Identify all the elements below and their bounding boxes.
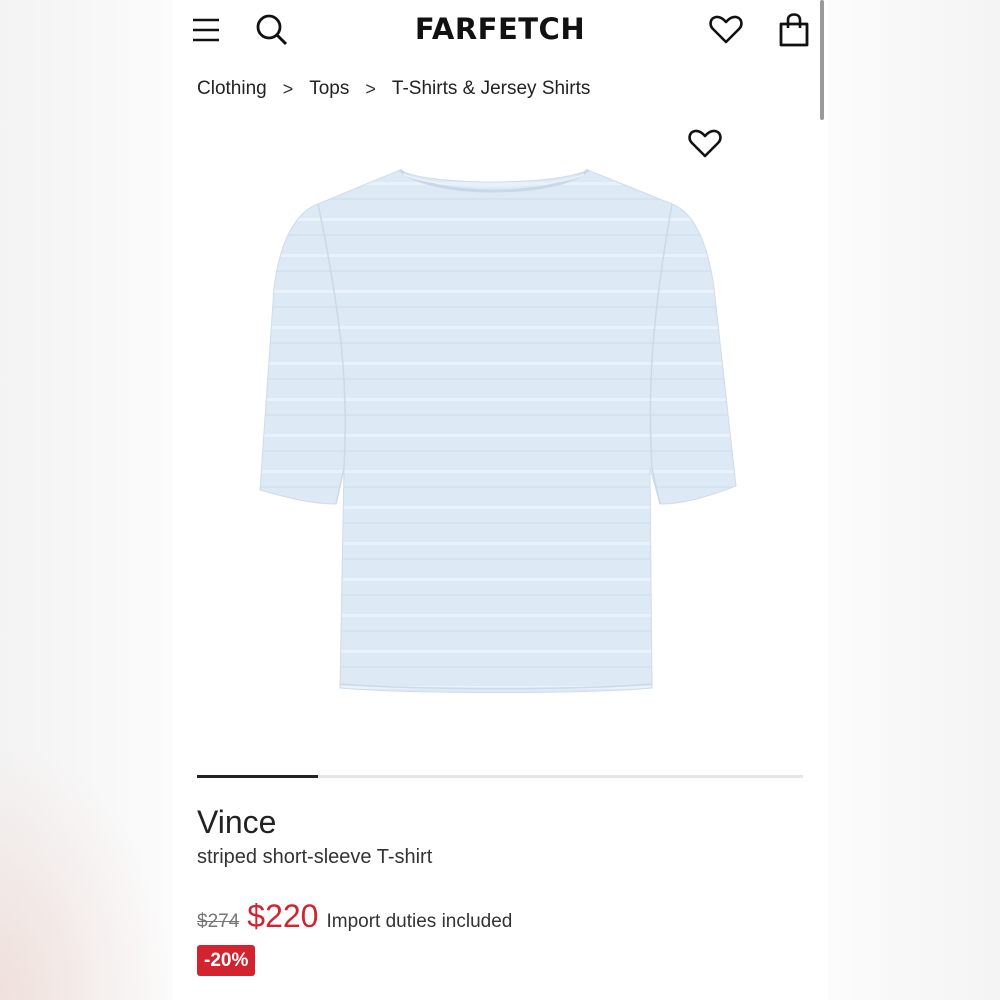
original-price: $274 — [197, 911, 240, 932]
discount-badge: -20% — [197, 945, 256, 976]
bag-button[interactable] — [776, 12, 812, 48]
duties-note: Import duties included — [326, 911, 513, 932]
heart-icon — [709, 15, 743, 44]
header: FARFETCH — [172, 0, 828, 62]
background-right — [828, 0, 1000, 1000]
gallery-progress-fill — [197, 775, 319, 778]
shopping-bag-icon — [779, 13, 809, 47]
gallery-progress — [197, 775, 803, 778]
add-to-wishlist-icon[interactable] — [688, 128, 722, 160]
breadcrumb-tops[interactable]: Tops — [309, 78, 349, 100]
breadcrumb-clothing[interactable]: Clothing — [197, 78, 267, 100]
wishlist-button[interactable] — [708, 12, 744, 48]
price-row: $274 $220 Import duties included — [197, 898, 512, 935]
product-image — [259, 168, 737, 693]
product-brand[interactable]: Vince — [197, 804, 276, 841]
product-name: striped short-sleeve T-shirt — [197, 846, 433, 868]
chevron-right-icon: > — [365, 78, 376, 99]
sale-price: $220 — [247, 898, 319, 934]
chevron-right-icon: > — [282, 78, 294, 99]
breadcrumb: Clothing > Tops > T-Shirts & Jersey Shir… — [197, 78, 590, 100]
product-image-gallery[interactable] — [172, 120, 828, 760]
background-left — [0, 0, 172, 1000]
product-page: FARFETCH Clothing > Tops > T-Shirts & Je… — [172, 0, 828, 1000]
breadcrumb-tshirts[interactable]: T-Shirts & Jersey Shirts — [392, 78, 591, 100]
